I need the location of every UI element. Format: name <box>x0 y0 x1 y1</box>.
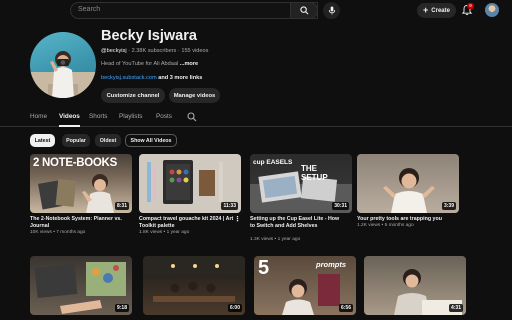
channel-avatar <box>30 32 96 98</box>
video-card[interactable]: 9:18 <box>30 256 132 318</box>
search-input[interactable]: Search <box>70 2 318 19</box>
video-meta: 1.3K views • 1 year ago <box>250 237 301 242</box>
channel-description[interactable]: Head of YouTube for Ali Abdaal ...more <box>101 61 198 67</box>
video-duration: 6:56 <box>338 304 353 312</box>
channel-tabs: Home Videos Shorts Playlists Posts <box>0 110 512 127</box>
create-label: Create <box>431 7 450 14</box>
search-icon <box>299 6 308 15</box>
search-placeholder: Search <box>78 6 101 13</box>
video-card[interactable]: cup EASELS THE SETUP 30:31 Setting up th… <box>250 154 352 246</box>
channel-handle: @beckyisj <box>101 48 127 54</box>
tab-shorts[interactable]: Shorts <box>89 113 107 120</box>
video-duration: 3:39 <box>441 202 456 210</box>
plus-icon: + <box>423 5 429 15</box>
subscriber-count: 2.38K subscribers <box>131 48 177 54</box>
user-avatar[interactable] <box>485 3 499 17</box>
tab-home[interactable]: Home <box>30 113 47 120</box>
video-age: 7 months ago <box>56 230 86 235</box>
video-meta: 10K views • 7 months ago <box>30 230 86 235</box>
thumbnail-caption: 2 NOTE-BOOKS <box>33 157 117 169</box>
channel-links: beckyisj.substack.com and 3 more links <box>101 75 202 81</box>
description-more-link[interactable]: ...more <box>180 61 198 67</box>
show-all-videos-chip[interactable]: Show All Videos <box>125 134 177 147</box>
video-duration: 6:00 <box>227 304 242 312</box>
video-card[interactable]: 5 prompts 6:56 <box>254 256 356 318</box>
active-tab-indicator <box>59 125 80 127</box>
video-thumbnail[interactable]: 11:33 <box>139 154 241 213</box>
video-thumbnail[interactable]: 5 prompts 6:56 <box>254 256 356 315</box>
tab-posts[interactable]: Posts <box>156 113 172 120</box>
top-bar: Search + Create 9 <box>0 0 512 22</box>
video-duration: 11:33 <box>221 202 238 210</box>
video-count: 155 videos <box>181 48 209 54</box>
microphone-icon <box>328 6 335 15</box>
search-button[interactable] <box>290 2 318 19</box>
video-thumbnail[interactable]: 4:31 <box>364 256 466 315</box>
more-links-button[interactable]: and 3 more links <box>158 75 202 81</box>
more-options-icon[interactable]: ⋮ <box>234 215 241 223</box>
notifications-badge: 9 <box>467 3 474 9</box>
video-meta: 1.2K views • 5 months ago <box>357 223 414 228</box>
video-title[interactable]: The 2-Notebook System: Planner vs. Journ… <box>30 216 125 230</box>
voice-search-button[interactable] <box>323 2 340 19</box>
video-age: 1 year ago <box>277 237 301 242</box>
thumbnail-caption: prompts <box>316 260 346 269</box>
video-views: 1.3K views <box>250 237 274 242</box>
channel-link[interactable]: beckyisj.substack.com <box>101 75 157 81</box>
video-card[interactable]: 11:33 Compact travel gouache kit 2024 | … <box>139 154 241 246</box>
video-card[interactable]: 4:31 <box>364 256 466 318</box>
video-views: 10K views <box>30 230 52 235</box>
video-thumbnail[interactable]: 6:00 <box>143 256 245 315</box>
thumbnail-caption: THE SETUP <box>301 164 328 182</box>
video-thumbnail[interactable]: 2 NOTE-BOOKS 8:31 <box>30 154 132 213</box>
video-title[interactable]: Setting up the Cup Easel Lite - How to S… <box>250 216 345 230</box>
create-button[interactable]: + Create <box>417 3 456 18</box>
video-thumbnail[interactable]: 3:39 <box>357 154 459 213</box>
video-title[interactable]: Compact travel gouache kit 2024 | Art To… <box>139 216 234 230</box>
thumbnail-brand: cup EASELS <box>253 159 293 166</box>
video-card[interactable]: 6:00 <box>143 256 245 318</box>
video-thumbnail[interactable]: cup EASELS THE SETUP 30:31 <box>250 154 352 213</box>
filter-chip-latest[interactable]: Latest <box>30 134 55 147</box>
video-duration: 4:31 <box>448 304 463 312</box>
thumbnail-number: 5 <box>258 257 270 279</box>
manage-videos-button[interactable]: Manage videos <box>169 88 220 103</box>
video-duration: 9:18 <box>114 304 129 312</box>
video-card[interactable]: 3:39 Your pretty tools are trapping you … <box>357 154 459 246</box>
channel-meta: @beckyisj · 2.38K subscribers · 155 vide… <box>101 48 209 54</box>
channel-search-icon[interactable] <box>187 112 197 122</box>
video-views: 1.2K views <box>357 223 381 228</box>
video-duration: 30:31 <box>332 202 349 210</box>
video-age: 5 months ago <box>384 223 414 228</box>
channel-avatar-image <box>30 51 96 98</box>
tab-videos[interactable]: Videos <box>59 113 80 120</box>
tab-playlists[interactable]: Playlists <box>119 113 142 120</box>
video-meta: 1.8K views • 1 year ago <box>139 230 190 235</box>
video-views: 1.8K views <box>139 230 163 235</box>
filter-chip-popular[interactable]: Popular <box>62 134 90 147</box>
video-duration: 8:31 <box>114 202 129 210</box>
video-thumbnail[interactable]: 9:18 <box>30 256 132 315</box>
video-card[interactable]: 2 NOTE-BOOKS 8:31 The 2-Notebook System:… <box>30 154 132 246</box>
filter-chip-oldest[interactable]: Oldest <box>95 134 121 147</box>
channel-name: Becky Isjwara <box>101 28 197 44</box>
description-text: Head of YouTube for Ali Abdaal <box>101 61 179 67</box>
customize-channel-button[interactable]: Customize channel <box>101 88 165 103</box>
video-age: 1 year ago <box>166 230 190 235</box>
video-title[interactable]: Your pretty tools are trapping you <box>357 216 452 223</box>
